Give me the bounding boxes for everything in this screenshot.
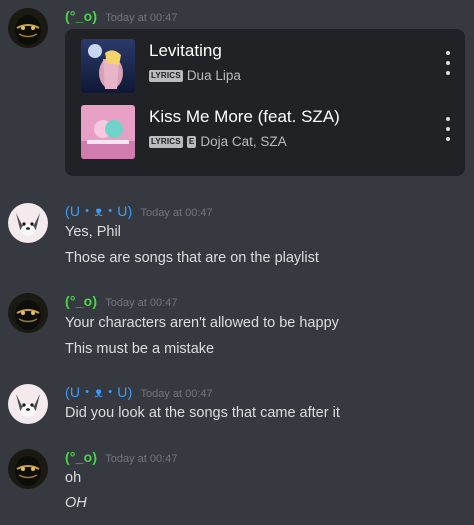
message-text: This must be a mistake — [65, 341, 215, 357]
message-header: (°_o) Today at 00:47 — [65, 291, 177, 311]
masked-figure-avatar[interactable] — [8, 293, 48, 333]
track-title[interactable]: Kiss Me More (feat. SZA) — [149, 107, 340, 127]
lyrics-badge: LYRICS — [149, 69, 183, 82]
message-header: (°_o) Today at 00:47 — [65, 6, 177, 26]
track-meta: LYRICS E Doja Cat, SZA — [149, 134, 287, 149]
message-text: Did you look at the songs that came afte… — [65, 405, 340, 421]
author-name[interactable]: (°_o) — [65, 293, 97, 309]
message-text: Yes, Phil — [65, 224, 121, 240]
track-artists[interactable]: Doja Cat, SZA — [200, 134, 286, 149]
timestamp: Today at 00:47 — [140, 207, 213, 219]
more-options-icon[interactable] — [443, 117, 453, 141]
spotify-playlist-embed: Levitating LYRICS Dua Lipa Kiss Me More … — [65, 29, 465, 176]
track-row[interactable]: Levitating LYRICS Dua Lipa — [81, 39, 451, 95]
author-name[interactable]: (°_o) — [65, 449, 97, 465]
track-meta: LYRICS Dua Lipa — [149, 68, 241, 83]
message-text: OH — [65, 495, 87, 511]
author-name[interactable]: (°_o) — [65, 8, 97, 24]
message-text: Those are songs that are on the playlist — [65, 250, 319, 266]
husky-dog-avatar[interactable] — [8, 384, 48, 424]
track-row[interactable]: Kiss Me More (feat. SZA) LYRICS E Doja C… — [81, 105, 451, 161]
author-name[interactable]: (U・ᴥ・U) — [65, 203, 132, 219]
track-artists[interactable]: Dua Lipa — [187, 68, 241, 83]
explicit-badge: E — [186, 135, 197, 148]
track-title[interactable]: Levitating — [149, 41, 222, 61]
kiss-me-more-album-cover[interactable] — [81, 105, 135, 159]
timestamp: Today at 00:47 — [140, 388, 213, 400]
more-options-icon[interactable] — [443, 51, 453, 75]
message-text: oh — [65, 470, 82, 486]
masked-figure-avatar[interactable] — [8, 8, 48, 48]
author-name[interactable]: (U・ᴥ・U) — [65, 384, 132, 400]
husky-dog-avatar[interactable] — [8, 203, 48, 243]
timestamp: Today at 00:47 — [105, 12, 178, 24]
timestamp: Today at 00:47 — [105, 453, 178, 465]
masked-figure-avatar[interactable] — [8, 449, 48, 489]
levitating-album-cover[interactable] — [81, 39, 135, 93]
message-header: (U・ᴥ・U) Today at 00:47 — [65, 201, 213, 221]
message-header: (U・ᴥ・U) Today at 00:47 — [65, 382, 213, 402]
timestamp: Today at 00:47 — [105, 297, 178, 309]
message-text: Your characters aren't allowed to be hap… — [65, 315, 339, 331]
lyrics-badge: LYRICS — [149, 135, 183, 148]
message-header: (°_o) Today at 00:47 — [65, 447, 177, 467]
